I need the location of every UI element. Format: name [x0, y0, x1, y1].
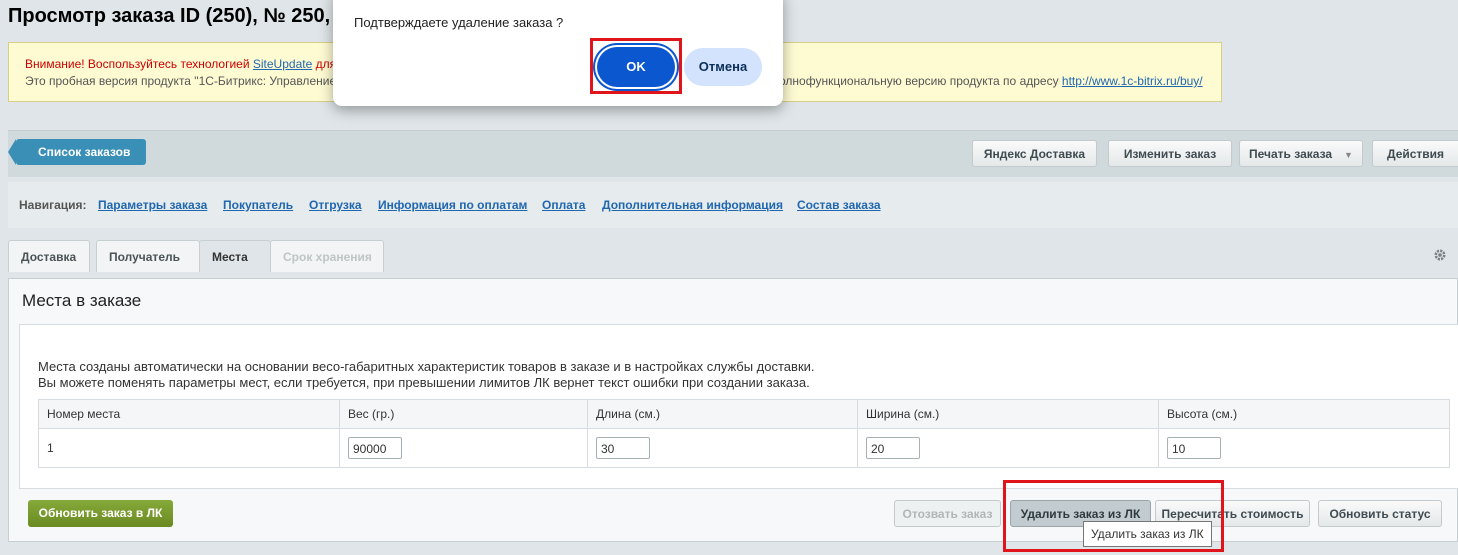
places-panel: Места в заказе Места созданы автоматичес… [8, 278, 1458, 542]
nav-link-shipment[interactable]: Отгрузка [309, 198, 362, 212]
order-list-button[interactable]: Список заказов [7, 139, 147, 165]
column-header: Ширина (см.) [857, 399, 1159, 429]
length-input[interactable]: 30 [596, 437, 650, 459]
cancel-button[interactable]: Отмена [684, 48, 762, 86]
gear-icon[interactable] [1433, 248, 1447, 262]
ok-button-highlight [590, 38, 682, 94]
siteupdate-link[interactable]: SiteUpdate [253, 57, 312, 71]
info-line-1: Места созданы автоматически на основании… [38, 359, 815, 374]
weight-input[interactable]: 90000 [348, 437, 402, 459]
dialog-message: Подтверждаете удаление заказа ? [354, 15, 564, 30]
nav-link-payment[interactable]: Оплата [542, 198, 585, 212]
column-header: Длина (см.) [587, 399, 858, 429]
height-input[interactable]: 10 [1167, 437, 1221, 459]
tab-places[interactable]: Места [199, 240, 271, 272]
places-table: Номер места Вес (гр.) Длина (см.) Ширина… [38, 399, 1450, 468]
yandex-delivery-button[interactable]: Яндекс Доставка [972, 140, 1097, 167]
update-status-button[interactable]: Обновить статус [1318, 500, 1442, 527]
notice-line-2-tail: олнофункциональную версию продукта по ад… [779, 74, 1203, 88]
nav-link-order-items[interactable]: Состав заказа [797, 198, 881, 212]
actions-button[interactable]: Действия▼ [1372, 140, 1458, 167]
width-input[interactable]: 20 [866, 437, 920, 459]
tab-storage-period: Срок хранения [270, 240, 384, 272]
nav-link-order-params[interactable]: Параметры заказа [98, 198, 207, 212]
edit-order-button[interactable]: Изменить заказ [1108, 140, 1232, 167]
navigation-label: Навигация: [19, 198, 87, 212]
notice-line-2: Это пробная версия продукта "1С-Битрикс:… [25, 74, 337, 88]
confirm-dialog: Подтверждаете удаление заказа ? OK Отмен… [333, 0, 783, 106]
tab-delivery[interactable]: Доставка [8, 240, 90, 272]
nav-link-additional-info[interactable]: Дополнительная информация [602, 198, 783, 212]
recall-order-button: Отозвать заказ [894, 500, 1001, 527]
navigation-bar: Навигация: Параметры заказа Покупатель О… [8, 182, 1458, 228]
notice-line-1: Внимание! Воспользуйтесь технологией Sit… [25, 57, 346, 71]
length-cell: 30 [587, 428, 858, 468]
page-title: Просмотр заказа ID (250), № 250, [8, 5, 331, 27]
place-number: 1 [38, 428, 340, 468]
print-order-label: Печать заказа [1249, 147, 1333, 161]
info-line-2: Вы можете поменять параметры мест, если … [38, 375, 810, 390]
height-cell: 10 [1158, 428, 1450, 468]
width-cell: 20 [857, 428, 1159, 468]
tab-recipient[interactable]: Получатель [96, 240, 200, 272]
places-info: Места созданы автоматически на основании… [38, 359, 815, 391]
notice-buy-text: олнофункциональную версию продукта по ад… [779, 74, 1062, 88]
column-header: Высота (см.) [1158, 399, 1450, 429]
table-header-row: Номер места Вес (гр.) Длина (см.) Ширина… [38, 399, 1450, 429]
column-header: Номер места [38, 399, 340, 429]
places-container: Места созданы автоматически на основании… [19, 324, 1458, 489]
chevron-down-icon: ▼ [1344, 150, 1353, 160]
weight-cell: 90000 [339, 428, 588, 468]
notice-warning-text: Внимание! Воспользуйтесь технологией [25, 57, 253, 71]
context-toolbar: Список заказов Яндекс Доставка Изменить … [7, 130, 1458, 177]
column-header: Вес (гр.) [339, 399, 588, 429]
actions-label: Действия [1387, 147, 1445, 161]
nav-link-buyer[interactable]: Покупатель [223, 198, 293, 212]
delete-button-highlight [1003, 480, 1224, 552]
update-order-button[interactable]: Обновить заказ в ЛК [28, 500, 173, 527]
table-row: 1 90000 30 20 10 [38, 428, 1450, 468]
nav-link-payment-info[interactable]: Информация по оплатам [378, 198, 527, 212]
buy-link[interactable]: http://www.1c-bitrix.ru/buy/ [1062, 74, 1203, 88]
panel-title: Места в заказе [22, 291, 142, 310]
print-order-button[interactable]: Печать заказа ▼ [1239, 140, 1363, 167]
